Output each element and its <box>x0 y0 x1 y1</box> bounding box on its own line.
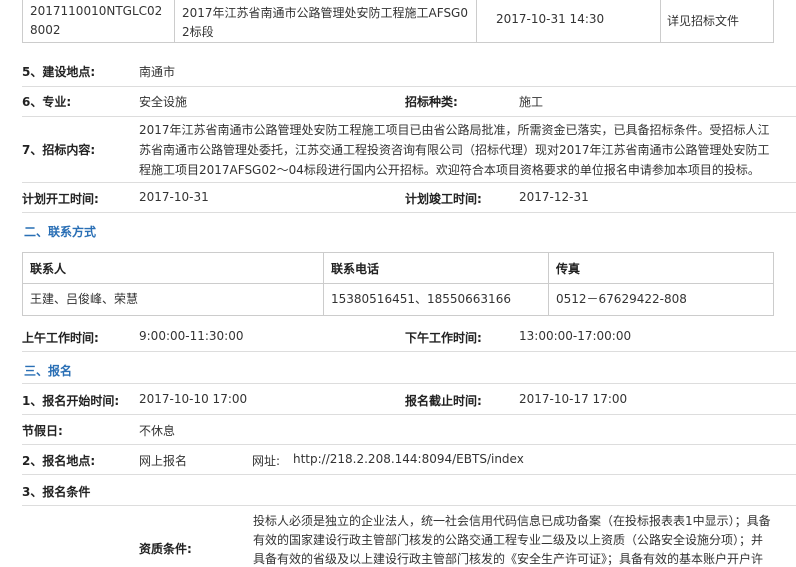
content-line: 苏省南通市公路管理处委托，江苏交通工程投资咨询有限公司（招标代理）现对2017年… <box>139 143 770 157</box>
reg-start-label: 1、报名开始时间: <box>22 394 120 408</box>
specialty-label: 6、专业: <box>22 95 72 109</box>
reg-place-label: 2、报名地点: <box>22 454 96 468</box>
row-divider <box>22 474 796 475</box>
top-row-divider <box>660 0 661 43</box>
row-divider <box>22 383 796 384</box>
start-date-label: 计划开工时间: <box>22 192 99 206</box>
contact-header-fax: 传真 <box>556 262 581 276</box>
contact-header-person: 联系人 <box>30 262 67 276</box>
location-label: 5、建设地点: <box>22 65 96 79</box>
top-row-divider <box>174 0 175 43</box>
contact-fax: 0512－67629422-808 <box>556 292 687 306</box>
end-date-value: 2017-12-31 <box>519 190 589 204</box>
contact-col-divider <box>323 252 324 316</box>
contact-section-title: 二、联系方式 <box>24 225 97 239</box>
project-name-line2: 2标段 <box>182 25 214 39</box>
contact-table-divider <box>22 283 774 284</box>
row-divider <box>22 212 796 213</box>
project-code-line1: 2017110010NTGLC02 <box>30 4 163 18</box>
contact-header-phone: 联系电话 <box>331 262 380 276</box>
reg-url-label: 网址: <box>252 454 281 468</box>
open-datetime: 2017-10-31 14:30 <box>496 12 605 26</box>
reg-deadline-value: 2017-10-17 17:00 <box>519 392 628 406</box>
qualification-line: 具备有效的省级及以上建设行政主管部门核发的《安全生产许可证》；具备有效的基本账户… <box>253 552 764 566</box>
row-divider <box>22 86 796 87</box>
end-date-label: 计划竣工时间: <box>405 192 482 206</box>
contact-phone: 15380516451、18550663166 <box>331 292 511 306</box>
tender-type-label: 招标种类: <box>405 95 458 109</box>
am-hours-label: 上午工作时间: <box>22 331 99 345</box>
row-divider <box>22 116 796 117</box>
qualification-line: 投标人必须是独立的企业法人，统一社会信用代码信息已成功备案（在投标报表表1中显示… <box>253 514 771 528</box>
row-divider <box>22 444 796 445</box>
registration-section-title: 三、报名 <box>24 364 73 378</box>
row-divider <box>22 351 796 352</box>
reg-place-value: 网上报名 <box>139 454 188 468</box>
contact-col-divider <box>548 252 549 316</box>
reg-url-link[interactable]: http://218.2.208.144:8094/EBTS/index <box>293 452 524 466</box>
row-divider <box>22 414 796 415</box>
specialty-value: 安全设施 <box>139 95 188 109</box>
content-line: 程施工项目2017AFSG02～04标段进行国内公开招标。欢迎符合本项目资格要求… <box>139 163 760 177</box>
start-date-value: 2017-10-31 <box>139 190 209 204</box>
content-line: 2017年江苏省南通市公路管理处安防工程施工项目已由省公路局批准，所需资金已落实… <box>139 123 770 137</box>
reg-deadline-label: 报名截止时间: <box>405 394 482 408</box>
project-code-line2: 8002 <box>30 23 61 37</box>
am-hours-value: 9:00:00-11:30:00 <box>139 329 244 343</box>
qualification-line: 有效的国家建设行政主管部门核发的公路交通工程专业二级及以上资质（公路安全设施分项… <box>253 533 764 547</box>
row-divider <box>22 182 796 183</box>
holiday-label: 节假日: <box>22 424 63 438</box>
conditions-label: 3、报名条件 <box>22 485 91 499</box>
content-label: 7、招标内容: <box>22 143 96 157</box>
pm-hours-value: 13:00:00-17:00:00 <box>519 329 632 343</box>
reg-start-value: 2017-10-10 17:00 <box>139 392 248 406</box>
row-divider <box>22 505 796 506</box>
top-row-divider <box>476 0 477 43</box>
qualification-label: 资质条件: <box>139 542 192 556</box>
tender-type-value: 施工 <box>519 95 544 109</box>
project-name-line1: 2017年江苏省南通市公路管理处安防工程施工AFSG0 <box>182 6 468 20</box>
remark-text: 详见招标文件 <box>667 14 740 28</box>
contact-person: 王建、吕俊峰、荣慧 <box>30 292 139 306</box>
pm-hours-label: 下午工作时间: <box>405 331 482 345</box>
holiday-value: 不休息 <box>139 424 176 438</box>
location-value: 南通市 <box>139 65 176 79</box>
